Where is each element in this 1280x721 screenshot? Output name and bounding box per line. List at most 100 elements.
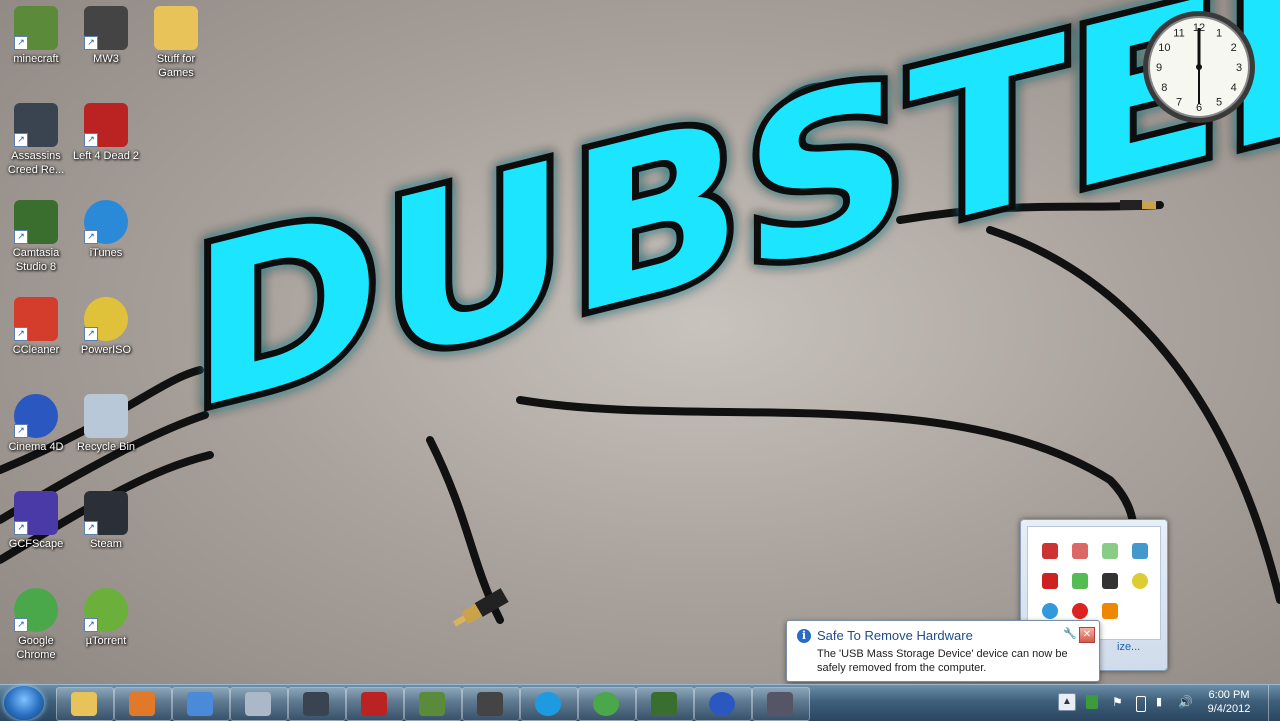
customize-link[interactable]: ize...: [1117, 641, 1140, 653]
desktop-icon-label: minecraft: [13, 53, 59, 65]
network-icon: [187, 692, 213, 716]
balloon-message: The 'USB Mass Storage Device' device can…: [817, 648, 1068, 674]
taskbar-button-network[interactable]: [172, 687, 230, 721]
green-app-icon[interactable]: [1072, 573, 1088, 589]
mw3-icon: ↗: [84, 6, 128, 50]
taskbar-button-camtasia-recorder[interactable]: [752, 687, 810, 721]
blue-app-icon[interactable]: [1042, 603, 1058, 619]
utorrent-icon: ↗: [84, 588, 128, 632]
shortcut-arrow-icon: ↗: [14, 230, 28, 244]
desktop-icon-itunes[interactable]: ↗ iTunes: [70, 194, 142, 260]
camtasia-recorder-icon: [767, 692, 793, 716]
left4dead2-icon: [361, 692, 387, 716]
yellow-app-icon[interactable]: [1132, 573, 1148, 589]
taskbar-button-explorer[interactable]: [56, 687, 114, 721]
desktop-icon-label: Assassins Creed Re...: [7, 150, 65, 176]
desktop-icon-camtasia[interactable]: ↗ Camtasia Studio 8: [0, 194, 72, 274]
action-center-icon[interactable]: ⚑: [1112, 695, 1124, 709]
clock-numeral: 9: [1156, 62, 1162, 74]
taskbar-button-assassins-creed[interactable]: [288, 687, 346, 721]
taskbar-button-mw3[interactable]: [462, 687, 520, 721]
battery-icon[interactable]: [1136, 696, 1146, 712]
clock-gadget[interactable]: 121234567891011: [1140, 8, 1258, 126]
camtasia-icon: [651, 692, 677, 716]
desktop-icon-label: µTorrent: [85, 635, 127, 647]
desktop-icon-label: Cinema 4D: [8, 441, 64, 453]
safe-remove-balloon[interactable]: i Safe To Remove Hardware 🔧 ✕ The 'USB M…: [786, 620, 1100, 682]
chrome-icon: ↗: [14, 588, 58, 632]
desktop-icon-utorrent[interactable]: ↗ µTorrent: [70, 582, 142, 648]
explorer-icon: [71, 692, 97, 716]
show-hidden-icons-button[interactable]: ▲: [1058, 693, 1076, 711]
sync-icon[interactable]: [1102, 543, 1118, 559]
options-icon[interactable]: 🔧: [1063, 627, 1077, 641]
desktop-icon-steam[interactable]: ↗ Steam: [70, 485, 142, 551]
taskbar-button-cinema4d[interactable]: [694, 687, 752, 721]
orange-app-icon[interactable]: [1102, 603, 1118, 619]
assassins-creed-icon: ↗: [14, 103, 58, 147]
desktop-icon-chrome[interactable]: ↗ Google Chrome: [0, 582, 72, 662]
mw3-icon: [477, 692, 503, 716]
desktop-icon-poweriso[interactable]: ↗ PowerISO: [70, 291, 142, 357]
calculator-icon: [245, 692, 271, 716]
record-icon[interactable]: [1072, 603, 1088, 619]
minecraft-icon: ↗: [14, 6, 58, 50]
clock-date: 9/4/2012: [1207, 703, 1251, 715]
taskbar-button-skype[interactable]: [520, 687, 578, 721]
taskbar-button-camtasia[interactable]: [636, 687, 694, 721]
desktop-icon-gcfscape[interactable]: ↗ GCFScape: [0, 485, 72, 551]
desktop-icon-minecraft[interactable]: ↗ minecraft: [0, 0, 72, 66]
desktop-icon-left4dead2[interactable]: ↗ Left 4 Dead 2: [70, 97, 142, 163]
taskbar-button-chrome[interactable]: [578, 687, 636, 721]
clock-numeral: 1: [1216, 27, 1222, 39]
network-icon[interactable]: ▮: [1156, 695, 1170, 709]
close-button[interactable]: ✕: [1079, 627, 1095, 643]
poweriso-icon: ↗: [84, 297, 128, 341]
volume-icon[interactable]: 🔊: [1178, 695, 1193, 709]
folder-icon: [154, 6, 198, 50]
shortcut-arrow-icon: ↗: [84, 521, 98, 535]
wallpaper-text: DUBSTEP: [190, 0, 1280, 460]
ccleaner-icon: ↗: [14, 297, 58, 341]
safe-remove-tray-icon[interactable]: [1086, 695, 1098, 709]
desktop-icon-label: CCleaner: [12, 344, 60, 356]
assassins-creed-icon: [303, 692, 329, 716]
clock-numeral: 3: [1236, 62, 1242, 74]
taskbar-button-calculator[interactable]: [230, 687, 288, 721]
steam-tray-icon[interactable]: [1102, 573, 1118, 589]
taskbar-clock[interactable]: 6:00 PM 9/4/2012: [1196, 688, 1262, 716]
start-button[interactable]: [4, 686, 44, 720]
desktop-icon-label: MW3: [93, 53, 119, 65]
desktop-icon-recycle-bin[interactable]: Recycle Bin: [70, 388, 142, 454]
taskbar-button-minecraft[interactable]: [404, 687, 462, 721]
adobe-icon[interactable]: [1042, 573, 1058, 589]
show-desktop-button[interactable]: [1268, 685, 1280, 721]
taskbar-button-left4dead2[interactable]: [346, 687, 404, 721]
network-adapter-icon[interactable]: [1132, 543, 1148, 559]
clock-numeral: 7: [1176, 97, 1182, 109]
shortcut-arrow-icon: ↗: [14, 521, 28, 535]
taskbar-button-media-player[interactable]: [114, 687, 172, 721]
desktop-icon-mw3[interactable]: ↗ MW3: [70, 0, 142, 66]
shortcut-arrow-icon: ↗: [14, 36, 28, 50]
shortcut-arrow-icon: ↗: [14, 424, 28, 438]
muted-speaker-icon[interactable]: [1072, 543, 1088, 559]
desktop-icon-label: GCFScape: [8, 538, 64, 550]
desktop-icon-label: Recycle Bin: [76, 441, 136, 453]
desktop-icon-cinema4d[interactable]: ↗ Cinema 4D: [0, 388, 72, 454]
skype-icon: [535, 692, 561, 716]
desktop-icon-label: Google Chrome: [16, 635, 56, 661]
shortcut-arrow-icon: ↗: [84, 618, 98, 632]
shortcut-arrow-icon: ↗: [14, 618, 28, 632]
cinema4d-icon: ↗: [14, 394, 58, 438]
shortcut-arrow-icon: ↗: [84, 133, 98, 147]
shortcut-arrow-icon: ↗: [84, 327, 98, 341]
desktop-icon-label: Left 4 Dead 2: [72, 150, 140, 162]
volume-icon[interactable]: [1042, 543, 1058, 559]
desktop-icon-assassins-creed[interactable]: ↗ Assassins Creed Re...: [0, 97, 72, 177]
shortcut-arrow-icon: ↗: [84, 230, 98, 244]
desktop-icon-folder[interactable]: Stuff for Games: [140, 0, 212, 80]
desktop-icon-ccleaner[interactable]: ↗ CCleaner: [0, 291, 72, 357]
steam-icon: ↗: [84, 491, 128, 535]
shortcut-arrow-icon: ↗: [14, 133, 28, 147]
